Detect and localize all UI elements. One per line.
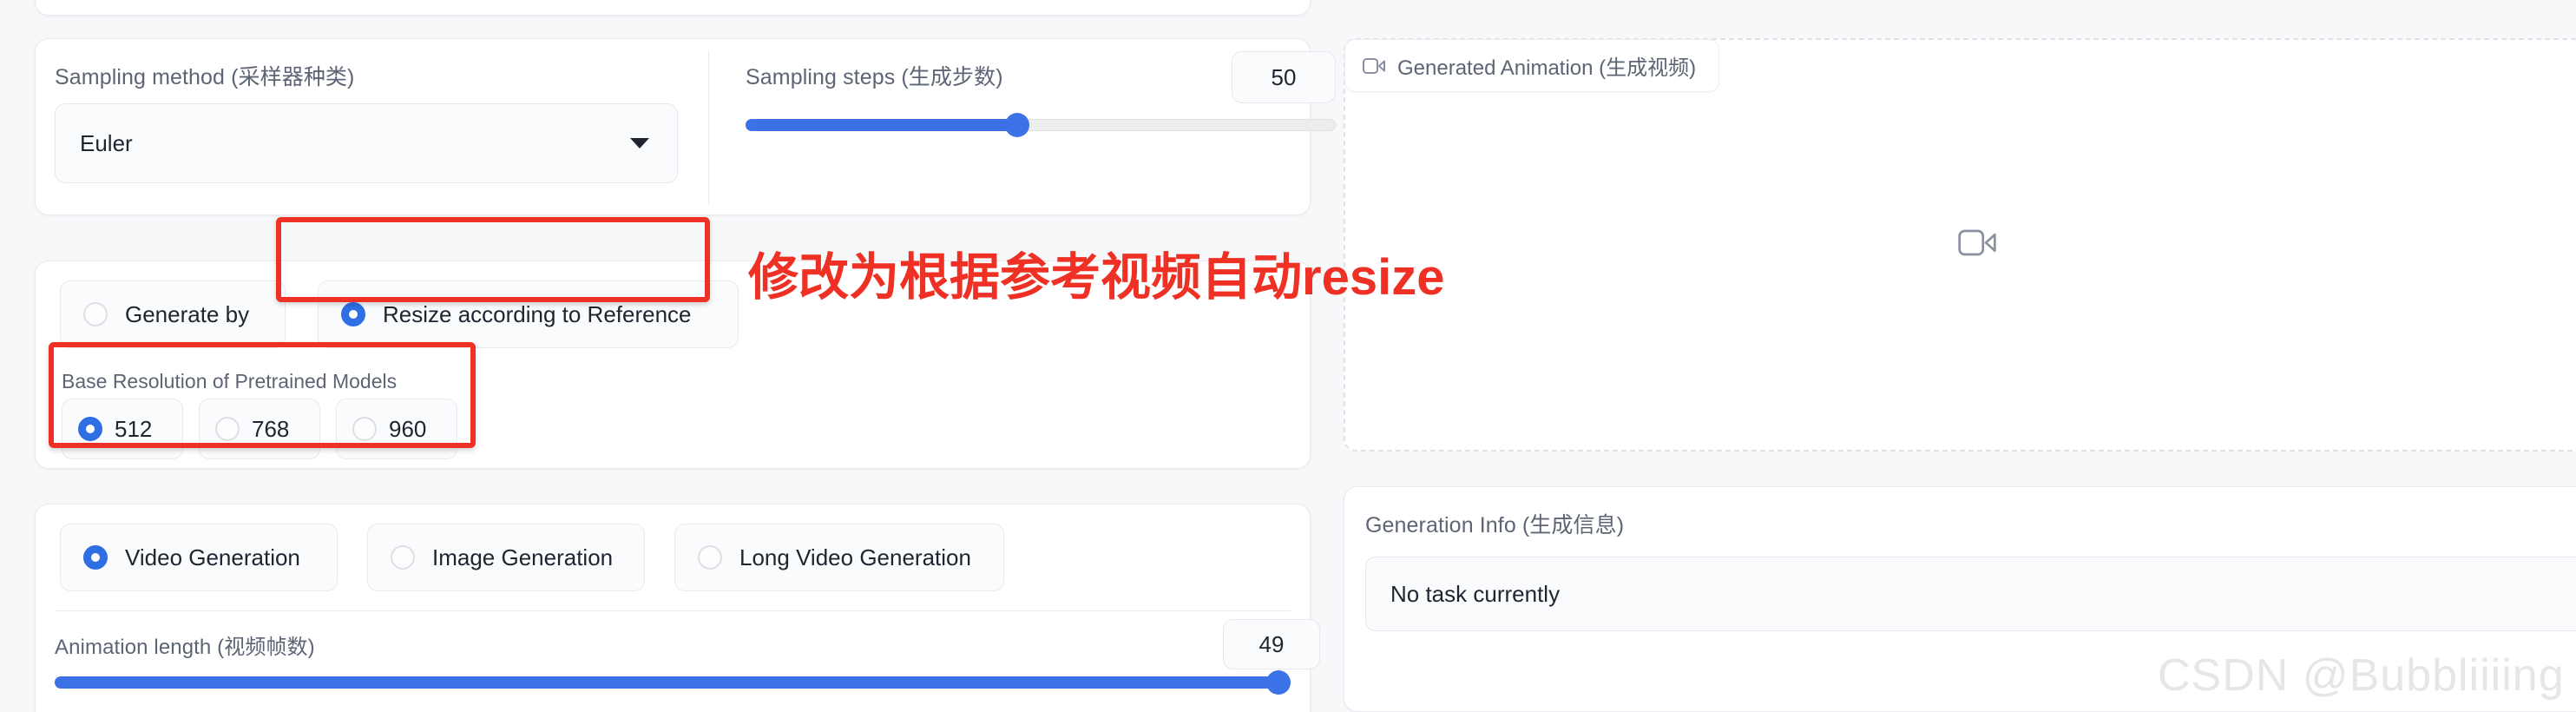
csdn-watermark: CSDN @Bubbliiiing (2158, 650, 2565, 701)
radio-indicator[interactable] (391, 545, 415, 570)
slider-fill (55, 676, 1278, 689)
radio-indicator[interactable] (78, 417, 102, 441)
animation-length-label: Animation length (视频帧数) (55, 636, 315, 659)
sampling-steps-label: Sampling steps (生成步数) (746, 65, 1003, 89)
generation-info-value: No task currently (1390, 580, 1561, 607)
radio-resolution-512-label: 512 (115, 415, 153, 442)
sampling-steps-value-input[interactable]: 50 (1232, 51, 1336, 103)
radio-resolution-512[interactable]: 512 (62, 399, 183, 459)
column-divider (708, 51, 709, 204)
radio-image-generation-label: Image Generation (432, 544, 614, 570)
base-resolution-label: Base Resolution of Pretrained Models (62, 370, 398, 392)
radio-resolution-768-label: 768 (252, 415, 290, 442)
radio-indicator[interactable] (352, 417, 377, 441)
generated-animation-tab-label: Generated Animation (生成视频) (1397, 56, 1697, 80)
generation-info-textbox[interactable]: No task currently (1365, 557, 2576, 631)
video-camera-icon (1958, 229, 1996, 256)
radio-resize-according-to-reference-label: Resize according to Reference (383, 300, 692, 327)
radio-indicator[interactable] (698, 545, 722, 570)
generated-animation-dropzone[interactable]: Generated Animation (生成视频) (1344, 38, 2576, 452)
slider-thumb[interactable] (1004, 113, 1029, 137)
slider-fill (746, 119, 1017, 131)
video-camera-icon (1363, 57, 1385, 74)
radio-indicator[interactable] (215, 417, 240, 441)
sampling-method-dropdown[interactable]: Euler (55, 103, 678, 183)
animation-length-value-input[interactable]: 49 (1223, 619, 1320, 669)
radio-resolution-960[interactable]: 960 (336, 399, 457, 459)
generated-animation-tab[interactable]: Generated Animation (生成视频) (1344, 39, 1720, 92)
radio-resize-according-to-reference[interactable]: Resize according to Reference (318, 280, 739, 348)
card-above-partial (35, 0, 1311, 16)
radio-generate-by[interactable]: Generate by (60, 280, 286, 348)
sampling-method-value: Euler (80, 129, 133, 156)
slider-thumb[interactable] (1265, 670, 1291, 695)
radio-video-generation-label: Video Generation (125, 544, 300, 570)
radio-resolution-768[interactable]: 768 (199, 399, 320, 459)
radio-generate-by-label: Generate by (125, 300, 250, 327)
radio-video-generation[interactable]: Video Generation (60, 524, 338, 591)
generation-info-label: Generation Info (生成信息) (1365, 513, 1625, 537)
radio-indicator[interactable] (341, 302, 365, 326)
sampling-settings-card: Sampling method (采样器种类) Euler Sampling s… (35, 38, 1336, 215)
animation-length-slider[interactable] (55, 670, 1291, 695)
annotation-note-text: 修改为根据参考视频自动resize (748, 249, 1445, 306)
sampling-method-label: Sampling method (采样器种类) (55, 65, 355, 89)
app-root: Sampling method (采样器种类) Euler Sampling s… (0, 0, 2576, 712)
chevron-down-icon[interactable] (630, 138, 649, 148)
radio-indicator[interactable] (83, 302, 108, 326)
card-divider (55, 610, 1291, 611)
generation-mode-card: Video Generation Image Generation Long V… (35, 504, 1320, 712)
radio-long-video-generation[interactable]: Long Video Generation (674, 524, 1004, 591)
radio-indicator[interactable] (83, 545, 108, 570)
sampling-steps-slider[interactable] (746, 113, 1336, 137)
radio-long-video-generation-label: Long Video Generation (739, 544, 971, 570)
radio-image-generation[interactable]: Image Generation (367, 524, 645, 591)
generated-animation-placeholder (1958, 228, 1996, 262)
radio-resolution-960-label: 960 (389, 415, 427, 442)
